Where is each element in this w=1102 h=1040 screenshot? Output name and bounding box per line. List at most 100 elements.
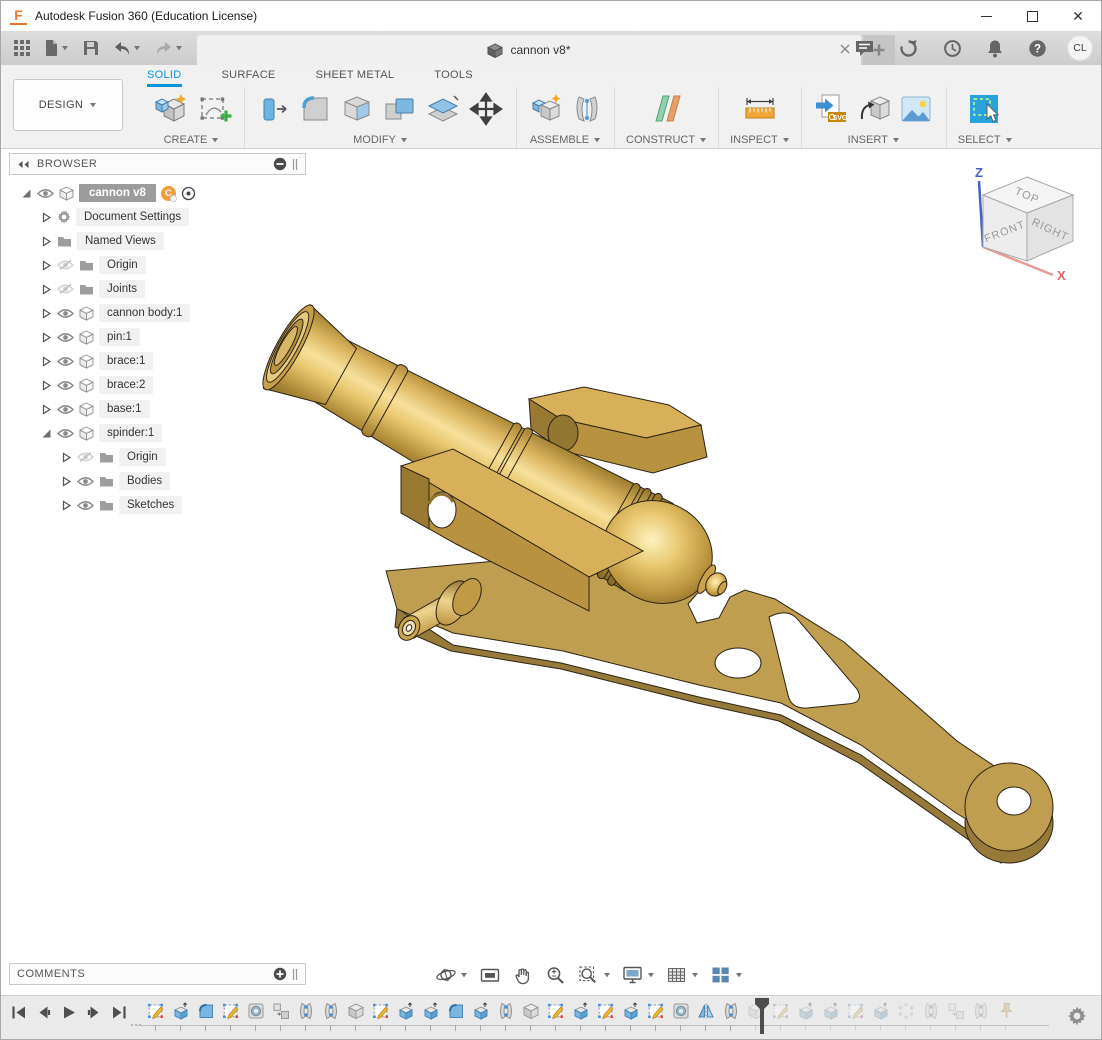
component-feature[interactable] [268, 1001, 293, 1033]
sketch-feature[interactable] [643, 1001, 668, 1033]
root-component-label[interactable]: cannon v8 [79, 184, 156, 202]
hole-feature[interactable] [243, 1001, 268, 1033]
orbit-button[interactable] [431, 963, 472, 987]
joint-feature-suppressed[interactable] [918, 1001, 943, 1033]
activate-radio-icon[interactable] [181, 186, 196, 201]
offset-face-button[interactable] [424, 92, 462, 126]
expand-caret-icon[interactable] [61, 500, 72, 511]
view-cube[interactable]: TOP FRONT RIGHT Z X [961, 163, 1091, 281]
pan-button[interactable] [508, 963, 538, 987]
visibility-eye-icon[interactable] [57, 404, 74, 415]
group-label-modify[interactable]: MODIFY [353, 134, 408, 146]
collapse-panel-icon[interactable] [17, 160, 30, 169]
chevron-down-icon[interactable] [691, 972, 699, 978]
browser-item-cannon-body-1[interactable]: cannon body:1 [9, 301, 306, 325]
add-comment-icon[interactable] [273, 967, 287, 981]
item-label[interactable]: Document Settings [76, 208, 189, 226]
job-status-button[interactable] [938, 35, 967, 62]
visibility-eye-icon[interactable] [37, 188, 54, 199]
insert-svg-button[interactable]: SVG [813, 92, 851, 126]
item-label[interactable]: brace:1 [99, 352, 153, 370]
joint-feature-suppressed[interactable] [968, 1001, 993, 1033]
minimize-button[interactable] [963, 1, 1009, 31]
save-button[interactable] [78, 36, 104, 60]
visibility-eye-icon[interactable] [77, 451, 94, 463]
component-feature-suppressed[interactable] [943, 1001, 968, 1033]
visibility-eye-icon[interactable] [57, 356, 74, 367]
close-button[interactable]: ✕ [1055, 1, 1101, 31]
item-label[interactable]: Origin [119, 448, 166, 466]
joint-feature[interactable] [293, 1001, 318, 1033]
expand-caret-icon[interactable] [61, 452, 72, 463]
extrude-feature-suppressed[interactable] [793, 1001, 818, 1033]
item-label[interactable]: base:1 [99, 400, 150, 418]
extrude-feature[interactable] [568, 1001, 593, 1033]
visibility-eye-icon[interactable] [57, 380, 74, 391]
maximize-button[interactable] [1009, 1, 1055, 31]
group-label-create[interactable]: CREATE [164, 134, 220, 146]
notifications-button[interactable] [982, 35, 1008, 62]
sketch-feature[interactable] [543, 1001, 568, 1033]
group-label-inspect[interactable]: INSPECT [730, 134, 790, 146]
browser-item-brace-2[interactable]: brace:2 [9, 373, 306, 397]
extrude-feature[interactable] [618, 1001, 643, 1033]
visibility-eye-icon[interactable] [57, 308, 74, 319]
item-label[interactable]: spinder:1 [99, 424, 162, 442]
chevron-down-icon[interactable] [61, 45, 69, 51]
move-button[interactable] [467, 91, 505, 127]
expand-caret-icon[interactable] [41, 404, 52, 415]
zoom-button[interactable] [541, 963, 571, 987]
timeline-settings-gear-icon[interactable] [1067, 1006, 1087, 1026]
body-feature[interactable] [518, 1001, 543, 1033]
extensions-button[interactable] [894, 35, 923, 62]
derive-button[interactable] [856, 92, 892, 126]
expand-caret-icon[interactable] [41, 356, 52, 367]
tab-tools[interactable]: TOOLS [434, 69, 473, 87]
browser-item-spinder-1[interactable]: spinder:1 [9, 421, 306, 445]
undo-button[interactable] [108, 37, 146, 60]
browser-item-document-settings[interactable]: Document Settings [9, 205, 306, 229]
visibility-eye-icon[interactable] [77, 476, 94, 487]
timeline-playhead[interactable] [753, 997, 771, 1040]
play-button[interactable] [61, 1005, 77, 1020]
expand-caret-icon[interactable] [41, 332, 52, 343]
expand-caret-icon[interactable] [41, 236, 52, 247]
redo-button[interactable] [150, 37, 188, 60]
select-button[interactable] [966, 91, 1004, 127]
sketch-feature-suppressed[interactable] [843, 1001, 868, 1033]
app-grid-button[interactable] [9, 36, 35, 60]
extrude-feature[interactable] [168, 1001, 193, 1033]
item-label[interactable]: Origin [99, 256, 146, 274]
user-avatar[interactable]: CL [1067, 35, 1093, 61]
viewports-button[interactable] [706, 963, 747, 987]
document-tab[interactable]: cannon v8* [197, 35, 861, 65]
item-label[interactable]: Named Views [77, 232, 164, 250]
expand-caret-icon[interactable] [21, 188, 32, 199]
base-arm-body[interactable] [386, 557, 1053, 863]
item-label[interactable]: brace:2 [99, 376, 153, 394]
visibility-eye-icon[interactable] [57, 259, 74, 271]
browser-item-sketches[interactable]: Sketches [9, 493, 306, 517]
canvas-button[interactable] [897, 92, 935, 126]
expand-caret-icon[interactable] [61, 476, 72, 487]
extrude-feature-suppressed[interactable] [868, 1001, 893, 1033]
sketch-feature[interactable] [368, 1001, 393, 1033]
extrude-feature[interactable] [418, 1001, 443, 1033]
sketch-feature[interactable] [143, 1001, 168, 1033]
joint-feature[interactable] [318, 1001, 343, 1033]
pattern-feature-suppressed[interactable] [893, 1001, 918, 1033]
comments-header[interactable]: COMMENTS [9, 963, 306, 985]
sketch-feature[interactable] [593, 1001, 618, 1033]
tab-solid[interactable]: SOLID [147, 69, 182, 87]
step-back-button[interactable] [36, 1005, 52, 1020]
construction-plane-button[interactable] [648, 91, 686, 127]
panel-grip-icon[interactable] [292, 968, 298, 981]
sketch-feature-suppressed[interactable] [768, 1001, 793, 1033]
look-at-button[interactable] [475, 963, 505, 987]
browser-item-brace-1[interactable]: brace:1 [9, 349, 306, 373]
shell-button[interactable] [338, 92, 376, 126]
go-to-end-button[interactable] [111, 1005, 127, 1020]
chevron-down-icon[interactable] [647, 972, 655, 978]
extrude-feature[interactable] [393, 1001, 418, 1033]
group-label-insert[interactable]: INSERT [848, 134, 900, 146]
